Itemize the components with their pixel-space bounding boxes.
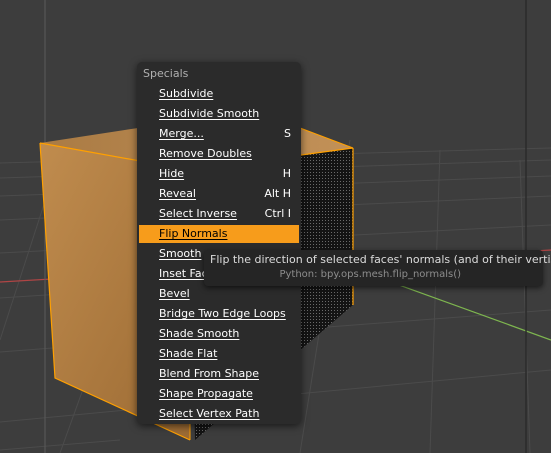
menu-item-subdivide[interactable]: Subdivide xyxy=(139,85,299,103)
menu-item-shortcut: Ctrl I xyxy=(264,207,291,220)
menu-item-select-inverse[interactable]: Select Inverse Ctrl I xyxy=(139,205,299,223)
menu-item-bevel[interactable]: Bevel xyxy=(139,285,299,303)
specials-menu: Specials Subdivide Subdivide Smooth Merg… xyxy=(137,62,301,424)
menu-item-select-vertex-path[interactable]: Select Vertex Path xyxy=(139,405,299,423)
menu-item-label: Shade Flat xyxy=(159,347,218,360)
menu-item-shortcut: S xyxy=(284,127,291,140)
menu-item-label: Subdivide Smooth xyxy=(159,107,260,120)
menu-item-label: Select Vertex Path xyxy=(159,407,260,420)
menu-item-shade-flat[interactable]: Shade Flat xyxy=(139,345,299,363)
menu-item-label: Flip Normals xyxy=(159,227,228,240)
tooltip-python-path: Python: bpy.ops.mesh.flip_normals() xyxy=(279,269,461,280)
menu-item-label: Subdivide xyxy=(159,87,214,100)
menu-item-label: Blend From Shape xyxy=(159,367,260,380)
menu-item-flip-normals[interactable]: Flip Normals xyxy=(139,225,299,243)
menu-item-label: Select Inverse xyxy=(159,207,237,220)
menu-item-merge[interactable]: Merge... S xyxy=(139,125,299,143)
menu-item-blend-from-shape[interactable]: Blend From Shape xyxy=(139,365,299,383)
menu-title: Specials xyxy=(143,67,189,80)
menu-item-label: Remove Doubles xyxy=(159,147,252,160)
menu-item-label: Reveal xyxy=(159,187,196,200)
menu-item-label: Bridge Two Edge Loops xyxy=(159,307,286,320)
menu-item-remove-doubles[interactable]: Remove Doubles xyxy=(139,145,299,163)
tooltip-description: Flip the direction of selected faces' no… xyxy=(210,253,551,266)
menu-item-reveal[interactable]: Reveal Alt H xyxy=(139,185,299,203)
flip-normals-tooltip: Flip the direction of selected faces' no… xyxy=(204,250,551,286)
menu-item-hide[interactable]: Hide H xyxy=(139,165,299,183)
menu-item-shade-smooth[interactable]: Shade Smooth xyxy=(139,325,299,343)
menu-item-bridge-two-edge-loops[interactable]: Bridge Two Edge Loops xyxy=(139,305,299,323)
menu-item-label: Bevel xyxy=(159,287,190,300)
menu-item-shortcut: H xyxy=(282,167,291,180)
menu-item-label: Hide xyxy=(159,167,185,180)
menu-item-shape-propagate[interactable]: Shape Propagate xyxy=(139,385,299,403)
menu-item-label: Merge... xyxy=(159,127,204,140)
menu-item-shortcut: Alt H xyxy=(264,187,291,200)
menu-item-label: Shade Smooth xyxy=(159,327,240,340)
menu-item-label: Shape Propagate xyxy=(159,387,253,400)
menu-item-label: Smooth xyxy=(159,247,202,260)
menu-item-subdivide-smooth[interactable]: Subdivide Smooth xyxy=(139,105,299,123)
